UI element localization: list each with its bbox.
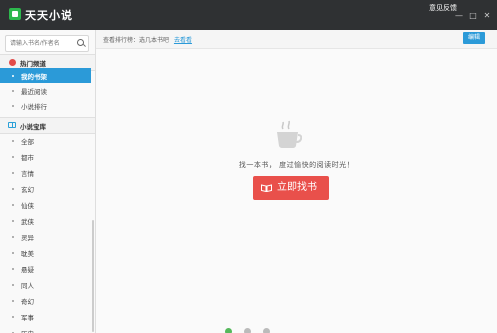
- sidebar-item-recent[interactable]: 最近阅读: [0, 83, 91, 98]
- sidebar-item-label: 最近阅读: [21, 88, 47, 96]
- sidebar-item-danmei[interactable]: 耽美: [0, 245, 91, 260]
- pager-dot[interactable]: [225, 328, 232, 333]
- sidebar-item-wuxia[interactable]: 武侠: [0, 213, 91, 228]
- sidebar-scrollbar[interactable]: [92, 220, 94, 332]
- sidebar-item-label: 小说排行: [21, 103, 47, 111]
- sidebar-item-label: 言情: [21, 170, 34, 178]
- section-title: 小说宝库: [20, 123, 46, 131]
- book-icon: [8, 122, 16, 128]
- bullet-icon: [12, 75, 14, 77]
- sidebar-item-mystery[interactable]: 悬疑: [0, 261, 91, 276]
- breadcrumb-text: 查看排行榜：选几本书吧: [103, 37, 170, 44]
- bullet-icon: [12, 268, 14, 270]
- sidebar-item-label: 玄幻: [21, 186, 34, 194]
- breadcrumb-wrap: 查看排行榜：选几本书吧 去看看: [103, 35, 192, 44]
- empty-state-message: 找一本书， 度过愉快的阅读时光！: [238, 161, 355, 169]
- bullet-icon: [12, 204, 14, 206]
- bullet-icon: [12, 220, 14, 222]
- search-box: [5, 35, 89, 52]
- bullet-icon: [12, 252, 14, 254]
- sidebar-item-ranking[interactable]: 小说排行: [0, 98, 91, 113]
- sidebar-item-label: 仙侠: [21, 202, 34, 210]
- pager-dot[interactable]: [244, 328, 251, 333]
- sidebar-item-label: 都市: [21, 154, 34, 162]
- search-input[interactable]: [6, 36, 78, 51]
- sidebar: 热门频道 我的书架 最近阅读 小说排行 小说宝库 全部 都市 言情 玄幻 仙侠 …: [0, 30, 96, 333]
- bullet-icon: [12, 188, 14, 190]
- sidebar-item-label: 奇幻: [21, 298, 34, 306]
- app-logo-icon: [9, 8, 21, 20]
- find-book-label: 立即找书: [277, 182, 317, 193]
- pager: [225, 328, 270, 333]
- tea-cup-icon: [277, 120, 302, 148]
- app-window: 天天小说 意见反馈 — □ ✕ 热门频道 我的书架 最近阅读 小说排行: [0, 0, 497, 333]
- section-header-library: 小说宝库: [0, 117, 95, 134]
- sidebar-item-label: 耽美: [21, 250, 34, 258]
- pager-dot[interactable]: [263, 328, 270, 333]
- search-icon[interactable]: [77, 39, 85, 47]
- sidebar-item-xianxia[interactable]: 仙侠: [0, 197, 91, 212]
- minimize-icon[interactable]: —: [455, 12, 463, 20]
- sidebar-item-magic[interactable]: 奇幻: [0, 293, 91, 308]
- sidebar-item-fanfic[interactable]: 同人: [0, 277, 91, 292]
- sidebar-item-label: 武侠: [21, 218, 34, 226]
- close-icon[interactable]: ✕: [483, 12, 491, 20]
- title-bar: 天天小说 意见反馈 — □ ✕: [0, 0, 497, 30]
- sidebar-item-label: 悬疑: [21, 266, 34, 274]
- window-controls: — □ ✕: [455, 12, 491, 20]
- section-title: 热门频道: [20, 60, 46, 68]
- sidebar-item-all[interactable]: 全部: [0, 133, 91, 148]
- feedback-link[interactable]: 意见反馈: [429, 3, 457, 13]
- bullet-icon: [12, 300, 14, 302]
- hot-icon: [9, 59, 16, 66]
- sidebar-item-bookshelf[interactable]: 我的书架: [0, 68, 91, 83]
- sidebar-item-military[interactable]: 军事: [0, 309, 91, 324]
- app-title: 天天小说: [25, 9, 73, 22]
- bullet-icon: [12, 105, 14, 107]
- sidebar-item-label: 我的书架: [21, 73, 47, 81]
- sidebar-item-supernatural[interactable]: 灵异: [0, 229, 91, 244]
- edit-button[interactable]: 编辑: [463, 32, 485, 44]
- sidebar-item-label: 军事: [21, 314, 34, 322]
- open-book-icon: [261, 184, 272, 192]
- bullet-icon: [12, 140, 14, 142]
- bullet-icon: [12, 316, 14, 318]
- sidebar-item-label: 全部: [21, 138, 34, 146]
- sidebar-item-fantasy[interactable]: 玄幻: [0, 181, 91, 196]
- breadcrumb: 查看排行榜：选几本书吧 去看看 编辑: [96, 30, 497, 49]
- sidebar-item-urban[interactable]: 都市: [0, 149, 91, 164]
- breadcrumb-link[interactable]: 去看看: [174, 37, 192, 44]
- bullet-icon: [12, 156, 14, 158]
- find-book-button[interactable]: 立即找书: [253, 176, 329, 200]
- main-content: 查看排行榜：选几本书吧 去看看 编辑 找一本书， 度过愉快的阅读时光！ 立即找书: [96, 30, 497, 333]
- sidebar-item-label: 同人: [21, 282, 34, 290]
- bullet-icon: [12, 90, 14, 92]
- sidebar-item-romance[interactable]: 言情: [0, 165, 91, 180]
- sidebar-item-label: 灵异: [21, 234, 34, 242]
- bullet-icon: [12, 236, 14, 238]
- sidebar-item-label: 历史: [21, 328, 34, 333]
- bullet-icon: [12, 172, 14, 174]
- bullet-icon: [12, 284, 14, 286]
- maximize-icon[interactable]: □: [469, 12, 477, 20]
- sidebar-item-history[interactable]: 历史: [0, 325, 91, 333]
